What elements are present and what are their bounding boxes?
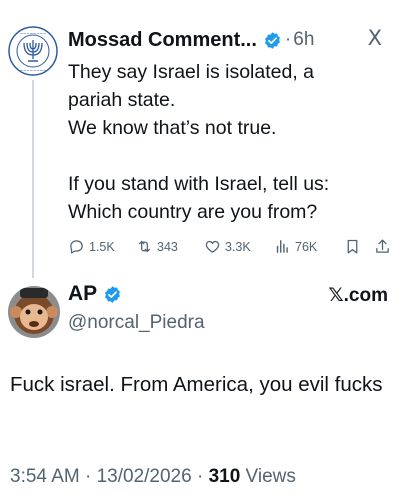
repost-button[interactable]: 343 bbox=[136, 238, 178, 255]
reply-count: 1.5K bbox=[89, 239, 115, 254]
like-count: 3.3K bbox=[225, 239, 251, 254]
svg-text:~~~~~~~~: ~~~~~~~~ bbox=[20, 31, 47, 36]
reply-header: AP bbox=[68, 282, 122, 306]
like-button[interactable]: 3.3K bbox=[204, 238, 251, 255]
reply-timestamp[interactable]: 3:54 AM · 13/02/2026 · bbox=[10, 466, 209, 487]
monkey-avatar-icon[interactable] bbox=[8, 286, 60, 338]
share-button[interactable] bbox=[374, 238, 391, 255]
reply-views-count: 310 bbox=[208, 466, 241, 487]
bookmark-button[interactable] bbox=[344, 238, 361, 255]
parent-time[interactable]: 6h bbox=[293, 29, 314, 51]
repost-count: 343 bbox=[157, 239, 178, 254]
views-button[interactable]: 76K bbox=[274, 238, 317, 255]
close-x-icon[interactable]: X bbox=[368, 26, 382, 50]
views-count: 76K bbox=[295, 239, 318, 254]
action-bar: 1.5K 343 3.3K 76K bbox=[68, 238, 398, 262]
separator-dot: · bbox=[284, 29, 292, 50]
text-line: Which country are you from? bbox=[68, 201, 318, 223]
reply-display-name[interactable]: AP bbox=[68, 282, 97, 306]
mossad-seal-icon[interactable]: ~~~~~~~~ ~~~~~~~~ bbox=[8, 26, 58, 76]
text-line bbox=[68, 142, 396, 170]
thread-line bbox=[32, 80, 34, 278]
repost-icon bbox=[138, 240, 151, 253]
reply-icon bbox=[70, 240, 83, 254]
x-brand-label: 𝕏.com bbox=[328, 285, 388, 306]
reply-tweet: AP @norcal_Piedra 𝕏.com Fuck israel. Fro… bbox=[0, 270, 402, 500]
parent-display-name[interactable]: Mossad Comment... bbox=[68, 29, 257, 52]
parent-header: Mossad Comment... · 6h X bbox=[68, 26, 392, 54]
text-line: They say Israel is isolated, a bbox=[68, 61, 315, 83]
text-line: We know that’s not true. bbox=[68, 117, 277, 139]
reply-views-label: Views bbox=[240, 466, 296, 487]
bookmark-icon bbox=[347, 239, 358, 254]
share-icon bbox=[376, 239, 389, 253]
parent-text: They say Israel is isolated, a pariah st… bbox=[68, 58, 396, 226]
text-line: pariah state. bbox=[68, 89, 176, 111]
parent-tweet: ~~~~~~~~ ~~~~~~~~ Mossad Comment... · 6h… bbox=[0, 0, 402, 278]
like-icon bbox=[205, 240, 220, 253]
reply-text: Fuck israel. From America, you evil fuck… bbox=[10, 373, 383, 396]
text-line: If you stand with Israel, tell us: bbox=[68, 173, 330, 195]
reply-meta: 3:54 AM · 13/02/2026 · 310 Views bbox=[10, 466, 296, 488]
reply-handle[interactable]: @norcal_Piedra bbox=[68, 312, 205, 334]
views-icon bbox=[276, 240, 288, 253]
verified-badge-icon bbox=[105, 285, 121, 303]
reply-button[interactable]: 1.5K bbox=[68, 238, 115, 255]
verified-badge-icon bbox=[264, 31, 280, 49]
svg-text:~~~~~~~~: ~~~~~~~~ bbox=[20, 68, 47, 73]
